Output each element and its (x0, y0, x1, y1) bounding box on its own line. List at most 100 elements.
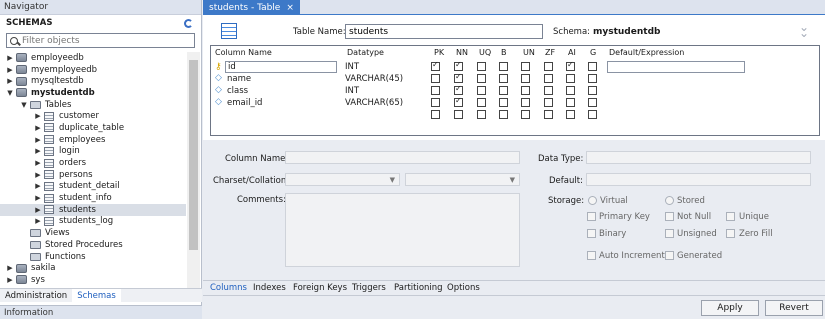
checkbox-g[interactable] (588, 74, 597, 83)
tab-students-table[interactable]: students - Table × (203, 0, 300, 15)
checkbox-nn[interactable] (454, 84, 463, 95)
tree-item[interactable]: ▶ students (0, 203, 186, 216)
checkbox-g[interactable] (588, 62, 597, 71)
checkbox-generated[interactable] (665, 251, 674, 260)
tab-administration[interactable]: Administration (0, 289, 72, 302)
checkbox-zf[interactable] (544, 62, 553, 71)
checkbox-nn[interactable] (454, 72, 463, 83)
tree-item[interactable]: ▶ login (0, 146, 186, 158)
header-g[interactable]: G (590, 48, 596, 57)
header-datatype[interactable]: Datatype (347, 48, 384, 57)
checkbox-un[interactable] (521, 74, 530, 83)
cell-datatype[interactable]: INT (345, 85, 359, 97)
checkbox-uq[interactable] (477, 110, 486, 119)
checkbox-nn[interactable] (454, 96, 463, 107)
collapse-arrow-icon[interactable]: ▶ (34, 206, 42, 214)
cell-column-name[interactable]: email_id (227, 97, 262, 109)
tree-item[interactable]: ▶ duplicate_table (0, 122, 186, 134)
collapse-arrow-icon[interactable]: ▶ (34, 194, 42, 202)
checkbox-b[interactable] (499, 98, 508, 107)
tree-item[interactable]: ▼ Tables (0, 99, 186, 111)
filter-input[interactable] (22, 35, 192, 46)
tab-schemas[interactable]: Schemas (72, 289, 121, 302)
checkbox-zero-fill[interactable] (726, 229, 735, 238)
tree-item[interactable]: ▶ sakila (0, 262, 186, 274)
tree-item[interactable]: ▶ student_info (0, 192, 186, 204)
checkbox-pk[interactable] (431, 86, 440, 95)
checkbox-pk[interactable] (431, 60, 440, 71)
tree-item[interactable]: ▶ employees (0, 134, 186, 146)
header-pk[interactable]: PK (434, 48, 444, 57)
checkbox-g[interactable] (588, 86, 597, 95)
table-row[interactable] (211, 109, 819, 121)
cell-column-name[interactable]: id (225, 61, 337, 73)
checkbox-zf[interactable] (544, 86, 553, 95)
collapse-arrow-icon[interactable]: ▶ (34, 147, 42, 155)
cell-column-name[interactable]: class (227, 85, 248, 97)
collapse-arrow-icon[interactable]: ▶ (6, 276, 14, 284)
default-field[interactable] (586, 173, 811, 186)
collapse-arrow-icon[interactable]: ▶ (34, 136, 42, 144)
table-row[interactable]: ⚷ id INT (211, 60, 819, 73)
expand-arrow-icon[interactable]: ▼ (6, 89, 14, 97)
cell-column-name[interactable]: name (227, 73, 251, 85)
collapse-arrow-icon[interactable]: ▶ (6, 264, 14, 272)
table-row[interactable]: ◇ email_id VARCHAR(65) (211, 96, 819, 109)
checkbox-pk[interactable] (431, 98, 440, 107)
tree-item[interactable]: ▶ mysqltestdb (0, 75, 186, 87)
tree-item[interactable]: ▶ orders (0, 157, 186, 169)
tab-options[interactable]: Options (447, 283, 480, 293)
tab-foreign-keys[interactable]: Foreign Keys (293, 283, 347, 293)
cell-default-expression[interactable] (607, 61, 745, 73)
tab-columns[interactable]: Columns (210, 283, 247, 293)
checkbox-b[interactable] (499, 62, 508, 71)
header-nn[interactable]: NN (456, 48, 468, 57)
scrollbar-thumb[interactable] (189, 60, 198, 250)
tree-item[interactable]: ▶ customer (0, 110, 186, 122)
checkbox-pk[interactable] (431, 110, 440, 119)
checkbox-b[interactable] (499, 110, 508, 119)
charset-select[interactable]: ▼ (285, 173, 400, 186)
checkbox-un[interactable] (521, 98, 530, 107)
collapse-arrow-icon[interactable]: ▶ (6, 66, 14, 74)
checkbox-nn[interactable] (454, 60, 463, 71)
apply-button[interactable]: Apply (701, 300, 759, 316)
checkbox-ai[interactable] (566, 98, 575, 107)
checkbox-ai[interactable] (566, 74, 575, 83)
table-name-input[interactable] (345, 24, 543, 39)
comments-area[interactable] (285, 193, 520, 267)
radio-stored[interactable] (665, 196, 674, 205)
tree-item[interactable]: ▶ persons (0, 169, 186, 181)
checkbox-b[interactable] (499, 74, 508, 83)
header-zf[interactable]: ZF (545, 48, 555, 57)
tab-partitioning[interactable]: Partitioning (394, 283, 443, 293)
checkbox-b[interactable] (499, 86, 508, 95)
collapse-arrow-icon[interactable]: ▶ (34, 112, 42, 120)
tree-item[interactable]: Views (0, 227, 186, 239)
cell-datatype[interactable]: VARCHAR(45) (345, 73, 403, 85)
header-column-name[interactable]: Column Name (215, 48, 272, 57)
checkbox-binary[interactable] (587, 229, 596, 238)
data-type-field[interactable] (586, 151, 811, 164)
checkbox-primary-key[interactable] (587, 212, 596, 221)
checkbox-un[interactable] (521, 86, 530, 95)
close-icon[interactable]: × (286, 3, 294, 13)
header-un[interactable]: UN (523, 48, 535, 57)
table-row[interactable]: ◇ class INT (211, 84, 819, 97)
table-row[interactable]: ◇ name VARCHAR(45) (211, 72, 819, 85)
collation-select[interactable]: ▼ (405, 173, 520, 186)
column-name-field[interactable] (285, 151, 520, 164)
tree-item[interactable]: Functions (0, 251, 186, 263)
filter-box[interactable] (6, 33, 195, 48)
collapse-arrow-icon[interactable]: ▶ (34, 124, 42, 132)
checkbox-un[interactable] (521, 110, 530, 119)
tree-item[interactable]: ▶ sys (0, 274, 186, 286)
checkbox-ai[interactable] (566, 60, 575, 71)
checkbox-pk[interactable] (431, 74, 440, 83)
collapse-arrow-icon[interactable]: ▶ (34, 159, 42, 167)
header-ai[interactable]: AI (568, 48, 576, 57)
tree-item[interactable]: ▶ myemployeedb (0, 64, 186, 76)
header-default[interactable]: Default/Expression (609, 48, 684, 57)
information-bar[interactable]: Information (0, 305, 202, 319)
tree-item[interactable]: ▶ students_log (0, 216, 186, 228)
